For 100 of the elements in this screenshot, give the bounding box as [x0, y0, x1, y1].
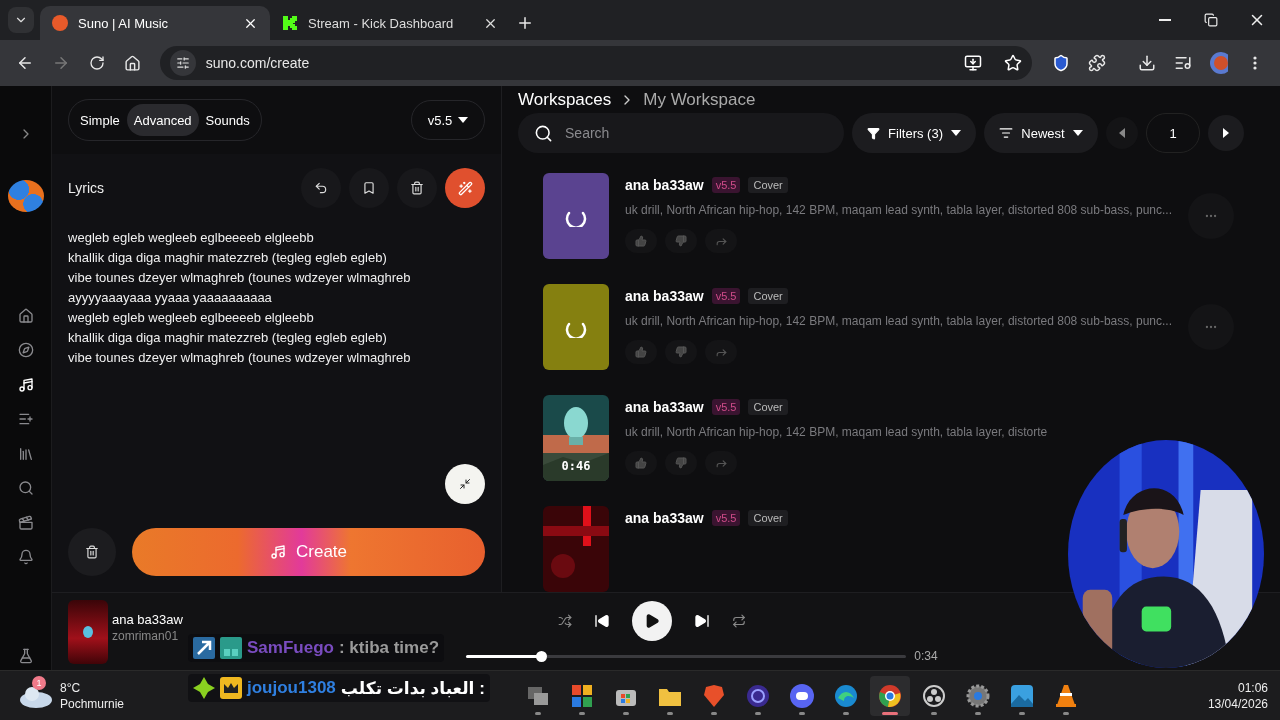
download-icon — [1138, 54, 1157, 72]
duration-label: 0:46 — [560, 459, 592, 473]
bookmark-button[interactable] — [349, 168, 390, 208]
arrow-badge-icon — [193, 637, 215, 659]
chat-text: : العباد بدات تكلب — [340, 677, 485, 699]
chat-username: SamFuego — [247, 638, 334, 658]
song-title[interactable]: ana ba33aw — [625, 177, 704, 193]
delete-button[interactable] — [68, 528, 117, 576]
undo-button[interactable] — [301, 168, 342, 208]
sort-button[interactable]: Newest — [984, 113, 1099, 153]
browser-tab[interactable]: Stream - Kick Dashboard — [270, 6, 510, 40]
song-title[interactable]: ana ba33aw — [625, 510, 704, 526]
song-description: uk drill, North African hip-hop, 142 BPM, maqam lead synth, tabla layer, distorted 808 sub-bass, punc... — [625, 203, 1172, 217]
duration-label: 0:34 — [914, 649, 938, 663]
version-tag: v5.5 — [711, 510, 741, 526]
search-icon — [534, 123, 554, 143]
breadcrumb-link[interactable]: Workspaces — [518, 89, 612, 110]
song-title[interactable]: ana ba33aw — [625, 288, 704, 304]
clock-time: 01:06 — [1237, 679, 1268, 696]
lyrics-label: Lyrics — [68, 180, 106, 196]
magic-wand-button[interactable] — [445, 168, 486, 208]
taskbar-app[interactable] — [870, 675, 910, 716]
install-icon[interactable] — [964, 54, 983, 72]
flask-icon — [17, 647, 34, 664]
shield-icon — [703, 683, 725, 708]
thumbs-down-icon — [675, 346, 688, 358]
weather-label: Pochmurnie — [60, 695, 125, 712]
crown-badge-icon — [220, 677, 242, 699]
next-button[interactable] — [694, 613, 711, 629]
artist-name[interactable]: zomriman01 — [112, 629, 179, 643]
thumbs-down-icon — [675, 235, 688, 247]
repeat-icon — [732, 614, 747, 628]
thumbs-up-icon — [635, 235, 648, 247]
reload-icon — [88, 55, 105, 71]
kebab-icon — [1253, 56, 1258, 70]
sort-icon — [999, 126, 1014, 140]
thumbs-down-icon — [675, 457, 688, 469]
breadcrumb-link[interactable]: My Workspace — [643, 89, 756, 110]
previous-page-button[interactable] — [1106, 117, 1139, 149]
thumbs-up-icon — [635, 346, 648, 358]
search-icon — [17, 480, 34, 497]
restore-icon — [1204, 13, 1218, 27]
repeat-button[interactable] — [732, 614, 747, 628]
profile-avatar[interactable] — [7, 179, 44, 212]
thumbs-up-icon — [635, 457, 648, 469]
song-title[interactable]: ana ba33aw — [625, 399, 704, 415]
chat-username: joujou1308 — [247, 678, 336, 698]
search-field[interactable]: Search — [518, 113, 845, 153]
caret-icon — [458, 117, 469, 123]
skip-forward-icon — [694, 613, 711, 629]
cover-tag: Cover — [748, 288, 788, 304]
lyrics-field[interactable]: wegleb egleb wegleeb eglbeeeeb elgleebb khallik diga diga maghir matezzreb (tegleg egleb egleb) vibe tounes dzeyer wlmaghreb (tounes wdzeyer wlmaghreb ayyyyaaayaaa yyaaa yaaaaaaaaaa wegleb egleb wegleeb eglbeeeeb elgleebb khallik diga diga maghir matezzreb (tegleg egleb egleb) vibe tounes dzeyer wlmaghreb (tounes wdzeyer wlmaghreb — [68, 228, 486, 368]
track-title[interactable]: ana ba33aw — [112, 612, 183, 627]
shield-icon — [1052, 54, 1071, 72]
filters-button[interactable]: Filters (3) — [852, 113, 977, 153]
bookmark-star-icon[interactable] — [1004, 54, 1023, 72]
windows-stack-icon — [526, 684, 550, 707]
create-button[interactable]: Create — [132, 528, 486, 576]
caret-left-icon — [1119, 128, 1126, 138]
clock-date: 13/04/2026 — [1207, 695, 1268, 712]
version-tag: v5.5 — [711, 177, 741, 193]
shuffle-icon — [558, 614, 573, 628]
notification-badge: 1 — [32, 675, 46, 690]
photo-icon — [1010, 683, 1034, 708]
shuffle-button[interactable] — [558, 614, 573, 628]
gear-icon — [966, 683, 990, 708]
browser-tab[interactable]: Suno | AI Music — [40, 6, 270, 40]
tab-list-button[interactable] — [8, 7, 34, 33]
previous-button[interactable] — [594, 613, 611, 629]
mode-tab[interactable]: Sounds — [198, 104, 257, 136]
video-icon — [17, 514, 34, 531]
library-icon — [17, 445, 34, 462]
avatar-icon — [1210, 52, 1229, 74]
play-button[interactable] — [632, 601, 673, 641]
bookmark-icon — [362, 181, 377, 195]
skip-back-icon — [594, 613, 611, 629]
ring-icon — [746, 683, 770, 708]
play-icon — [644, 613, 661, 629]
filter-icon — [867, 126, 881, 140]
caret-icon — [1072, 130, 1083, 136]
mode-tab[interactable]: Advanced — [126, 104, 199, 136]
search-input[interactable]: Search — [563, 124, 829, 142]
next-page-button[interactable] — [1208, 115, 1245, 151]
playlist-icon — [1174, 54, 1193, 72]
star-badge-icon — [193, 677, 215, 699]
address-bar[interactable]: suno.com/create — [159, 46, 1033, 80]
site-info-icon — [169, 50, 196, 76]
collapse-icon — [459, 478, 472, 490]
trash-icon — [410, 181, 425, 195]
clear-button[interactable] — [397, 168, 438, 208]
tile-badge-icon — [220, 637, 242, 659]
version-tag: v5.5 — [711, 288, 741, 304]
music-note-icon — [17, 376, 34, 393]
version-tag: v5.5 — [711, 399, 741, 415]
mode-tab[interactable]: Simple — [73, 104, 127, 136]
home-icon — [17, 307, 34, 324]
cover-tag: Cover — [748, 177, 788, 193]
plus-icon — [516, 14, 534, 32]
site-logo-icon — [52, 15, 68, 31]
collapse-button[interactable] — [445, 464, 486, 504]
